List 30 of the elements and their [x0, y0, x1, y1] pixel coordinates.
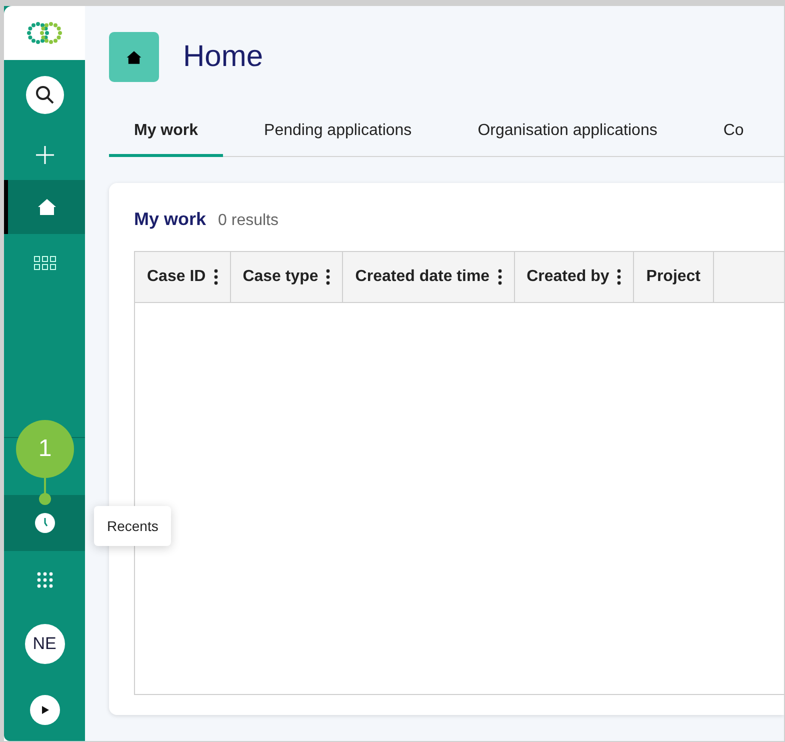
- grid-icon: [34, 256, 56, 272]
- callout-pin: [38, 478, 52, 506]
- tab[interactable]: My work: [109, 110, 224, 157]
- plus-icon: [34, 145, 54, 165]
- apps-icon: [36, 572, 52, 588]
- play-icon: [30, 695, 60, 725]
- column-header[interactable]: Project: [634, 252, 714, 302]
- tab[interactable]: Organisation applications: [452, 110, 682, 157]
- search-icon: [26, 76, 64, 114]
- sidebar-item[interactable]: NE: [4, 609, 85, 679]
- tooltip: Recents: [94, 506, 172, 546]
- clock-icon: [34, 512, 56, 534]
- more-icon: [617, 269, 622, 285]
- home-icon: [126, 50, 142, 64]
- column-header[interactable]: Case type: [230, 252, 344, 302]
- more-icon: [498, 269, 502, 285]
- more-icon: [214, 269, 218, 285]
- more-icon: [326, 269, 330, 285]
- tab[interactable]: Pending applications: [239, 110, 437, 157]
- column-header[interactable]: Case ID: [135, 252, 231, 302]
- column-header[interactable]: Created date time: [343, 252, 515, 302]
- sidebar-item[interactable]: [4, 180, 85, 234]
- card-title: My work: [134, 209, 206, 230]
- home-icon: [36, 198, 56, 216]
- logo-icon: [24, 19, 64, 47]
- result-count: 0 results: [218, 212, 278, 230]
- page-title: Home: [183, 40, 264, 74]
- column-header[interactable]: Created by: [514, 252, 634, 302]
- tab[interactable]: Co: [698, 110, 769, 157]
- avatar: NE: [24, 624, 64, 664]
